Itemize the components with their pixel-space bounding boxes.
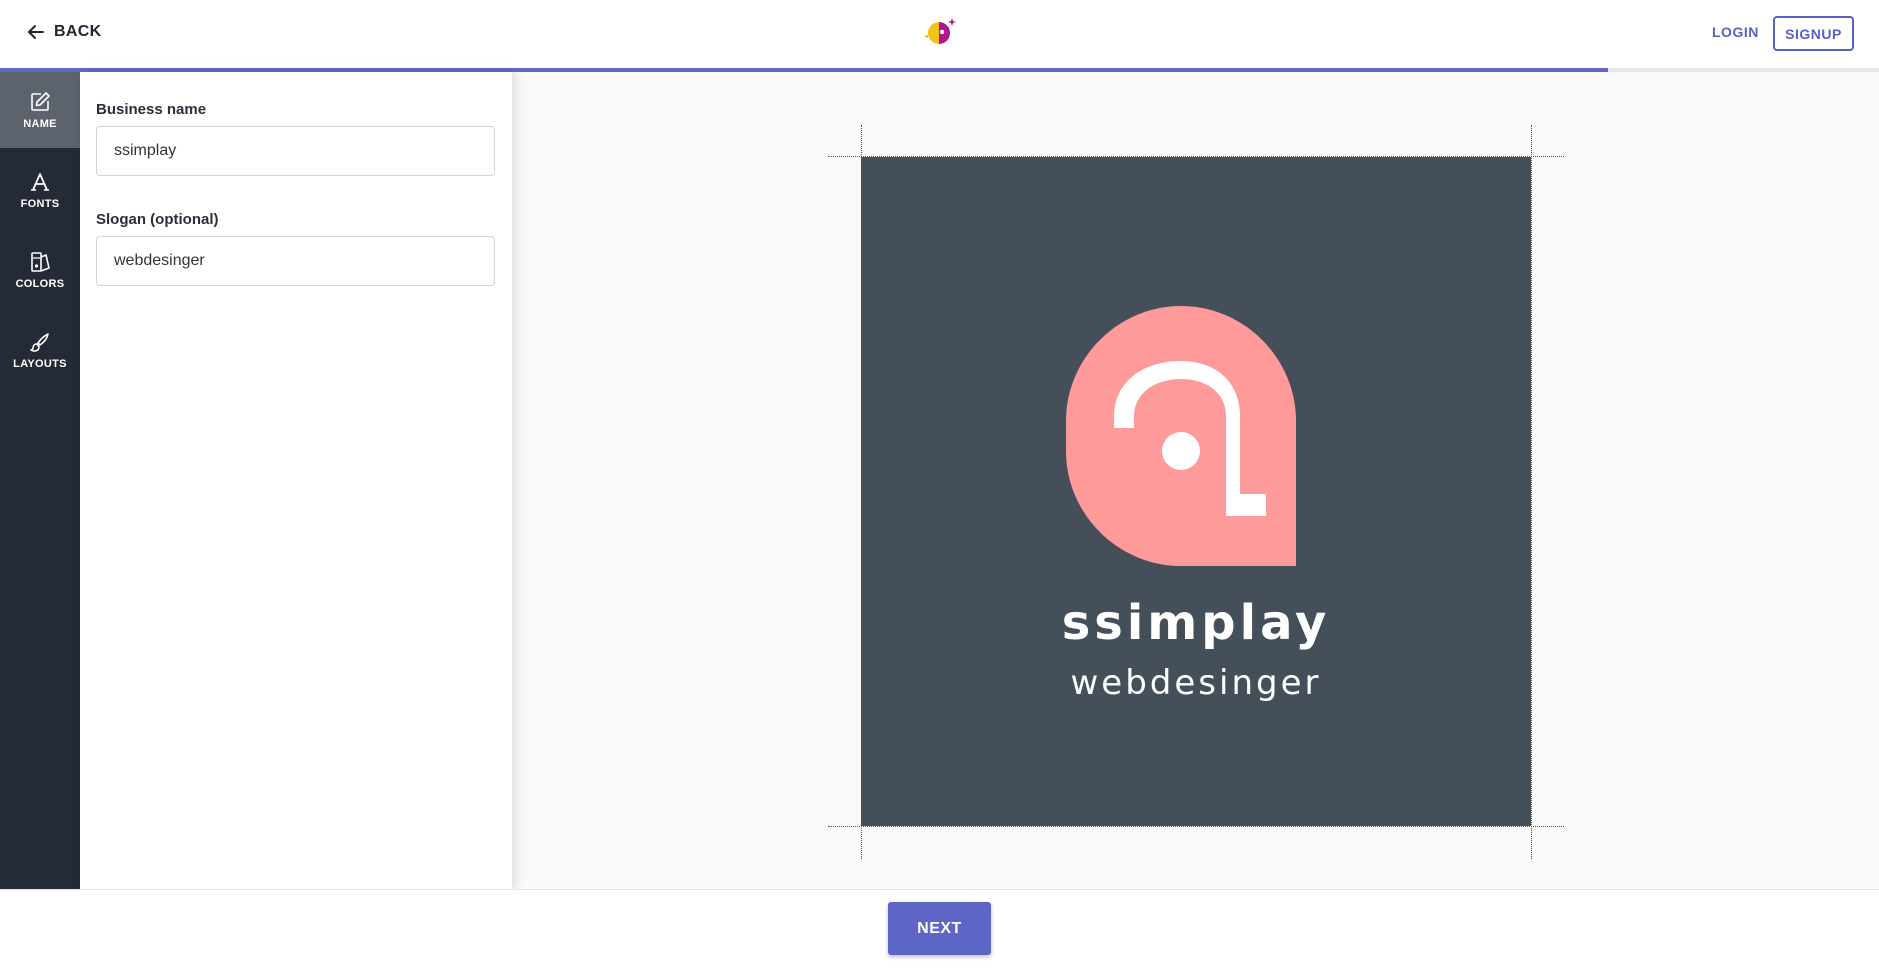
arrow-left-icon: [28, 25, 44, 39]
back-label: BACK: [54, 23, 102, 40]
sidebar-item-label: LAYOUTS: [13, 357, 67, 370]
edit-icon: [31, 91, 50, 111]
slogan-input[interactable]: [96, 236, 495, 286]
signup-button[interactable]: SIGNUP: [1773, 16, 1854, 51]
name-form-panel: Business name Slogan (optional): [80, 72, 512, 889]
business-name-input[interactable]: [96, 126, 495, 176]
logo-business-name: ssimplay: [1061, 595, 1331, 651]
sidebar-item-name[interactable]: NAME: [0, 72, 80, 148]
palette-icon: [31, 251, 50, 272]
top-header: BACK LOGIN SIGNUP: [0, 0, 1879, 68]
sidebar-item-fonts[interactable]: FONTS: [0, 152, 80, 228]
sidebar-item-label: FONTS: [20, 197, 60, 210]
sidebar-item-label: COLORS: [15, 277, 65, 290]
sidebar-item-layouts[interactable]: LAYOUTS: [0, 312, 80, 388]
business-name-label: Business name: [96, 101, 207, 118]
editor-sidebar: NAME FONTS COLORS LAYOUTS: [0, 72, 80, 889]
guide-line-bottom: [828, 826, 1564, 827]
logo-symbol-icon: [1066, 306, 1296, 566]
next-button[interactable]: NEXT: [888, 902, 991, 955]
slogan-label: Slogan (optional): [96, 211, 219, 228]
bottom-bar: NEXT: [0, 889, 1879, 968]
guide-line-right: [1531, 125, 1532, 859]
sidebar-item-label: NAME: [23, 117, 57, 130]
font-icon: [31, 172, 49, 191]
logo-slogan: webdesinger: [1070, 663, 1322, 703]
logo-canvas[interactable]: ssimplay webdesinger: [861, 157, 1531, 826]
brush-icon: [30, 332, 49, 352]
brand-logo[interactable]: [920, 14, 960, 50]
sidebar-item-colors[interactable]: COLORS: [0, 232, 80, 308]
back-button[interactable]: BACK: [26, 22, 101, 42]
login-link[interactable]: LOGIN: [1712, 24, 1759, 40]
